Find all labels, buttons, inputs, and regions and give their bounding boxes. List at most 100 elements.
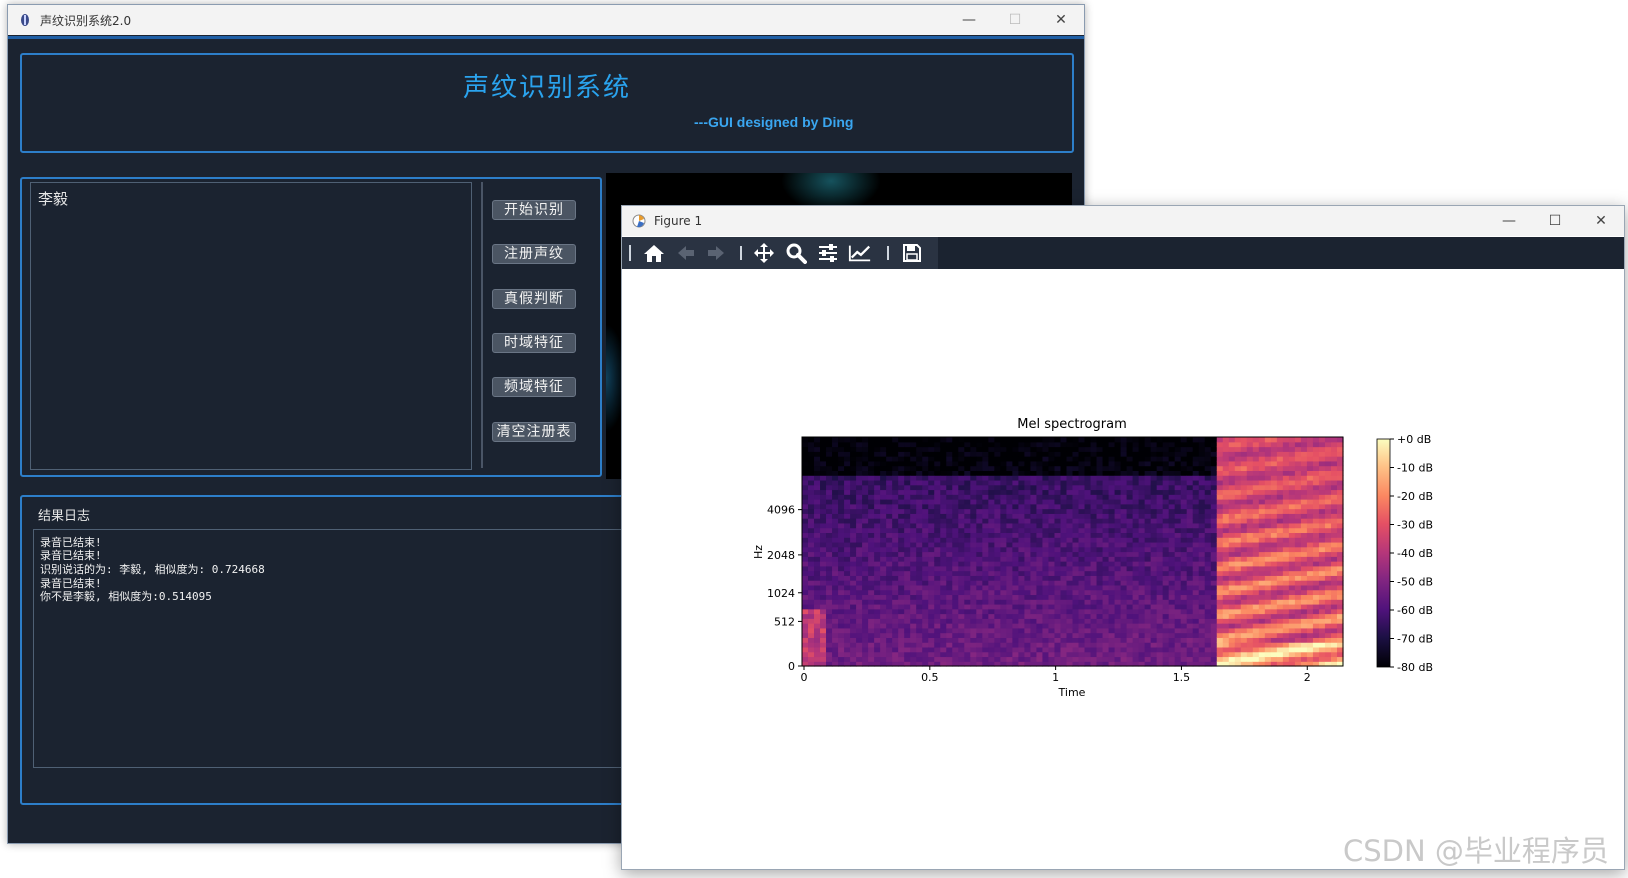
heatmap-cell — [1144, 623, 1152, 629]
heatmap-cell — [1186, 541, 1194, 548]
heatmap-cell — [838, 551, 845, 557]
heatmap-cell — [1150, 479, 1158, 486]
frequency-domain-feature-button[interactable]: 频域特征 — [492, 377, 576, 397]
time-domain-feature-button[interactable]: 时域特征 — [492, 333, 576, 353]
heatmap-cell — [1012, 594, 1019, 600]
back-icon[interactable] — [674, 242, 698, 264]
heatmap-cell — [1132, 499, 1140, 505]
configure-subplots-icon[interactable] — [816, 242, 840, 264]
heatmap-cell — [1204, 632, 1212, 638]
register-voiceprint-button[interactable]: 注册声纹 — [492, 244, 576, 264]
heatmap-cell — [1108, 656, 1116, 662]
figure-close-button[interactable]: ✕ — [1578, 206, 1624, 236]
heatmap-cell — [1132, 589, 1140, 596]
heatmap-cell — [1108, 580, 1116, 586]
forward-icon[interactable] — [704, 242, 728, 264]
heatmap-cell — [850, 465, 857, 471]
figure-maximize-button[interactable]: ☐ — [1532, 206, 1578, 236]
heatmap-cell — [1168, 527, 1176, 534]
heatmap-cell — [1264, 465, 1272, 471]
heatmap-cell — [880, 494, 887, 500]
heatmap-cell — [1150, 618, 1158, 624]
heatmap-cell — [1312, 632, 1320, 638]
heatmap-cell — [1324, 446, 1332, 452]
heatmap-cell — [976, 441, 983, 448]
pan-icon[interactable] — [752, 242, 776, 264]
minimize-button[interactable]: — — [946, 5, 992, 35]
heatmap-cell — [970, 499, 977, 505]
heatmap-cell — [1108, 513, 1116, 519]
authenticity-check-button[interactable]: 真假判断 — [492, 289, 576, 309]
heatmap-cell — [1288, 556, 1296, 562]
heatmap-cell — [874, 456, 881, 462]
figure-minimize-button[interactable]: — — [1486, 206, 1532, 236]
heatmap-cell — [916, 546, 923, 553]
heatmap-cell — [916, 451, 923, 457]
heatmap-cell — [1078, 627, 1086, 634]
main-title-bar[interactable]: 声纹识别系统2.0 — ☐ ✕ — [8, 5, 1084, 35]
heatmap-cell — [820, 589, 827, 596]
heatmap-cell — [862, 503, 869, 510]
heatmap-cell — [1138, 527, 1146, 534]
figure-canvas[interactable]: Mel spectrogram 0 0.5 1 1.5 2 0 512 1024 2048 40… — [622, 269, 1624, 869]
heatmap-cell — [1282, 551, 1290, 557]
start-recognition-button[interactable]: 开始识别 — [492, 200, 576, 220]
heatmap-cell — [1180, 499, 1188, 505]
heatmap-cell — [1246, 580, 1254, 586]
heatmap-cell — [1108, 556, 1116, 562]
heatmap-cell — [910, 580, 917, 586]
heatmap-cell — [1126, 651, 1134, 658]
heatmap-cell — [814, 518, 821, 524]
heatmap-cell — [1318, 537, 1326, 543]
heatmap-cell — [1054, 541, 1062, 548]
clear-registry-button[interactable]: 清空注册表 — [492, 422, 576, 442]
heatmap-cell — [1252, 589, 1260, 596]
heatmap-cell — [1048, 532, 1056, 538]
zoom-icon[interactable] — [784, 242, 808, 264]
heatmap-cell — [844, 570, 851, 576]
heatmap-cell — [898, 623, 905, 629]
heatmap-cell — [1324, 508, 1332, 514]
heatmap-cell — [940, 475, 947, 481]
heatmap-cell — [1096, 494, 1104, 500]
heatmap-cell — [1108, 446, 1116, 452]
toolbar-grip[interactable] — [629, 245, 631, 261]
heatmap-cell — [1168, 503, 1176, 510]
maximize-button[interactable]: ☐ — [992, 5, 1038, 35]
heatmap-cell — [910, 570, 917, 576]
heatmap-cell — [964, 613, 971, 619]
figure-title-bar[interactable]: Figure 1 — ☐ ✕ — [622, 206, 1624, 236]
heatmap-cell — [988, 603, 995, 610]
heatmap-cell — [910, 599, 917, 605]
save-icon[interactable] — [900, 242, 924, 264]
heatmap-cell — [1270, 479, 1278, 486]
heatmap-cell — [862, 651, 869, 658]
heatmap-cell — [856, 503, 863, 510]
heatmap-cell — [1264, 499, 1272, 505]
heatmap-cell — [1162, 460, 1170, 467]
heatmap-cell — [916, 623, 923, 629]
y-axis-label: Hz — [752, 545, 765, 559]
home-icon[interactable] — [642, 242, 666, 264]
heatmap-cell — [1150, 527, 1158, 534]
heatmap-cell — [1264, 489, 1272, 495]
heatmap-cell — [1120, 594, 1128, 600]
heatmap-cell — [1030, 441, 1038, 448]
heatmap-cell — [1180, 623, 1188, 629]
heatmap-cell — [1150, 551, 1158, 557]
heatmap-cell — [1090, 460, 1098, 467]
heatmap-cell — [1252, 465, 1260, 471]
heatmap-cell — [1066, 451, 1074, 457]
heatmap-cell — [1168, 522, 1176, 529]
heatmap-cell — [1216, 537, 1224, 543]
heatmap-cell — [910, 446, 917, 452]
speaker-name-field[interactable]: 李毅 — [30, 182, 472, 470]
edit-axis-icon[interactable] — [848, 242, 872, 264]
heatmap-cell — [838, 589, 845, 596]
heatmap-cell — [1294, 508, 1302, 514]
heatmap-cell — [1324, 656, 1332, 662]
heatmap-cell — [940, 522, 947, 529]
heatmap-cell — [1252, 446, 1260, 452]
close-button[interactable]: ✕ — [1038, 5, 1084, 35]
heatmap-cell — [988, 532, 995, 538]
